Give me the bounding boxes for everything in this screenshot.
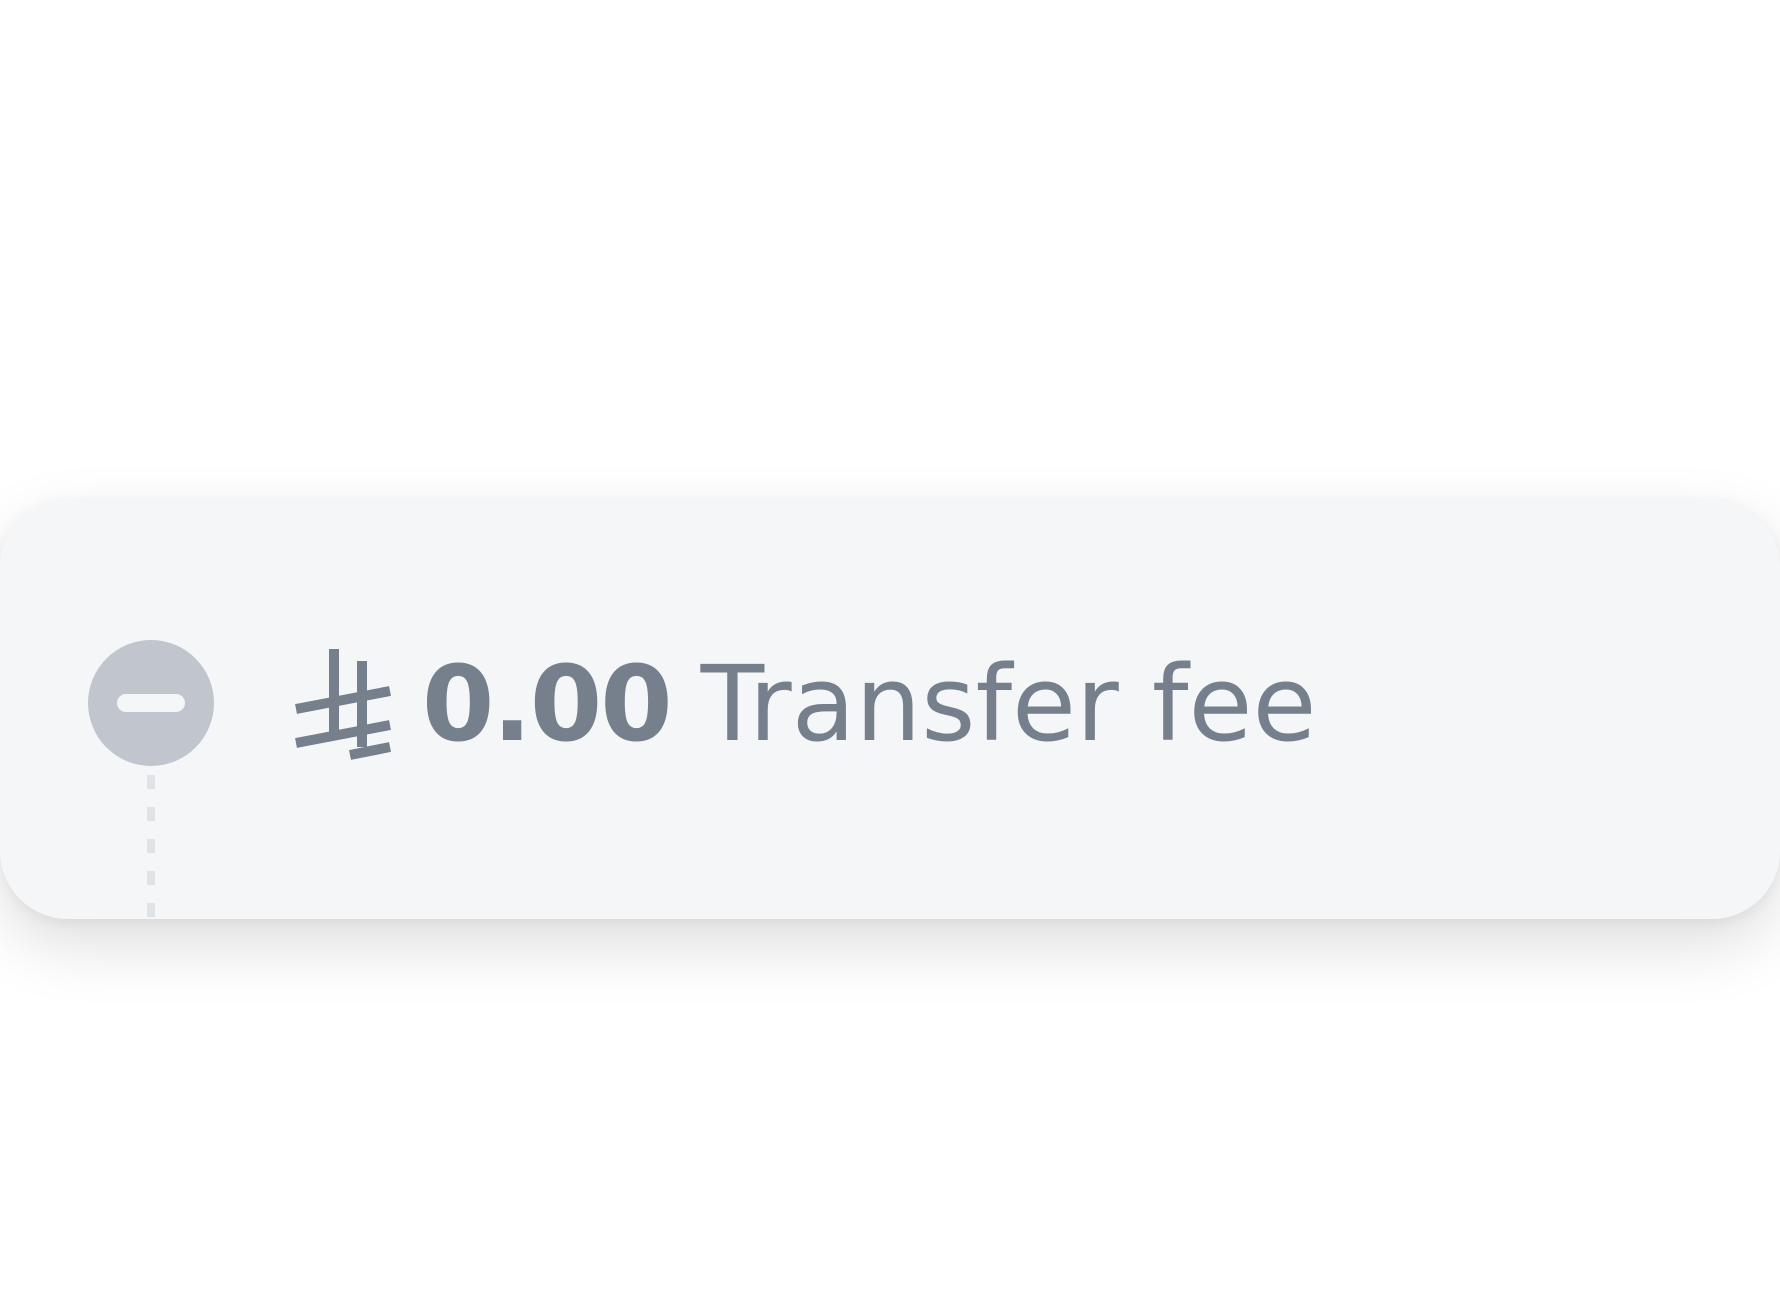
minus-bar — [117, 694, 185, 712]
minus-circle-icon — [88, 640, 214, 766]
fee-amount: 0.00 — [422, 643, 673, 765]
transfer-fee-card: 0.00 Transfer fee — [0, 499, 1780, 919]
fee-line: 0.00 Transfer fee — [292, 643, 1316, 765]
fee-label: Transfer fee — [700, 643, 1317, 765]
timeline-connector — [147, 775, 155, 919]
hbar-currency-icon — [295, 649, 391, 760]
